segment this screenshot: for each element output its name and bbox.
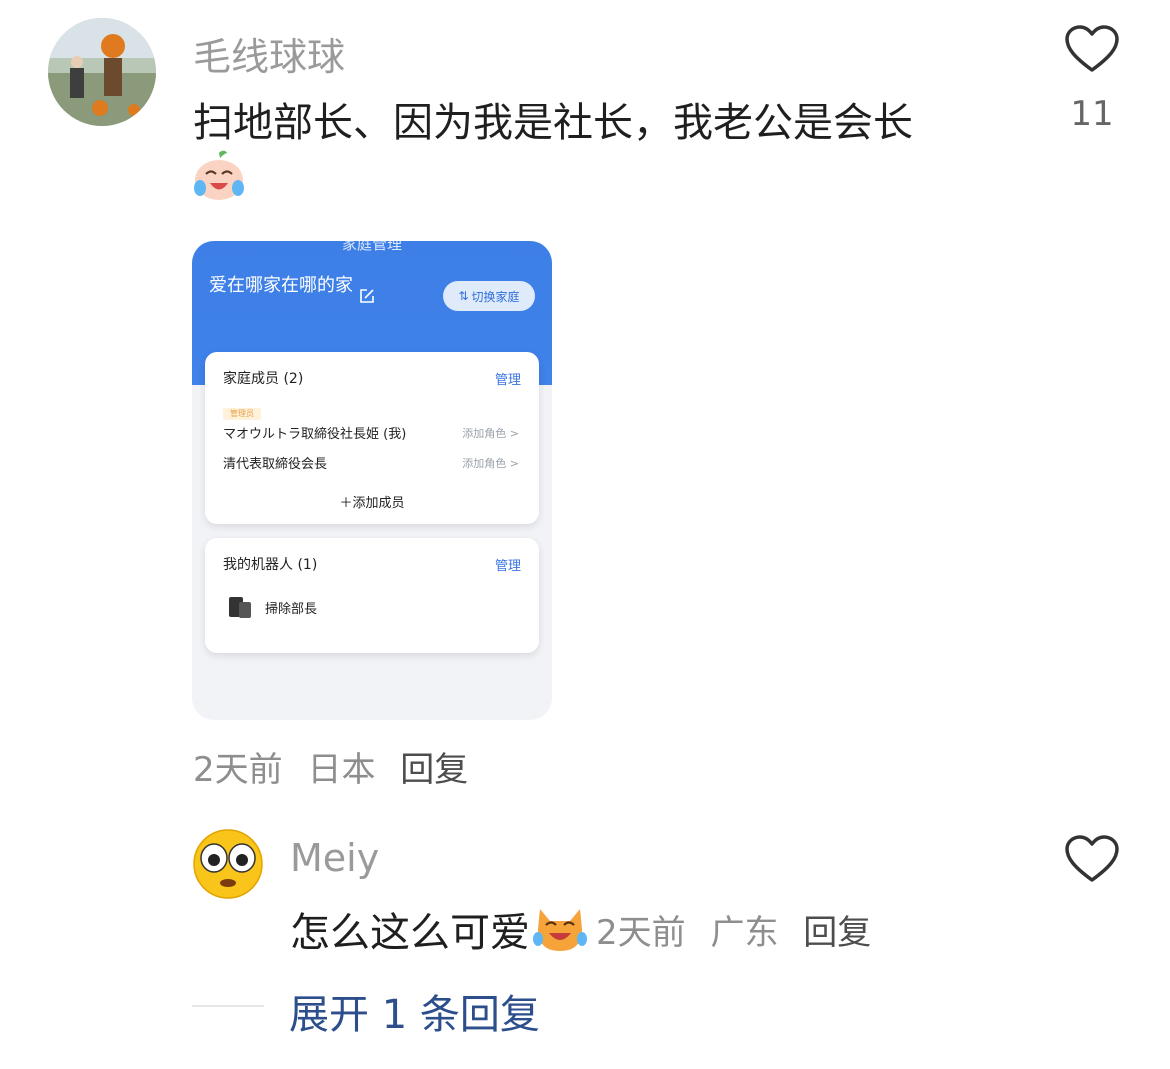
add-member-label: 添加成员 xyxy=(352,496,405,511)
robots-manage-link[interactable]: 管理 xyxy=(495,555,521,574)
comment-time: 2天前 xyxy=(596,912,686,953)
comment-username[interactable]: Meiy xyxy=(290,836,379,880)
crying-laughing-face-icon xyxy=(192,150,246,202)
like-heart-icon[interactable] xyxy=(1064,24,1120,74)
robot-name[interactable]: 掃除部長 xyxy=(265,598,317,617)
expand-replies-link[interactable]: 展开 1 条回复 xyxy=(289,982,540,1040)
reply-button[interactable]: 回复 xyxy=(400,750,468,790)
comment-username[interactable]: 毛线球球 xyxy=(193,26,345,81)
member-name: マオウルトラ取締役社長姫 (我) xyxy=(223,427,407,442)
laughing-cat-icon xyxy=(532,903,588,955)
switch-icon: ⇅ xyxy=(458,289,469,303)
comment-meta: 2天前 广东 回复 xyxy=(596,905,885,954)
like-heart-icon[interactable] xyxy=(1064,834,1120,884)
robot-vacuum-icon xyxy=(227,594,253,620)
app-top-title: 家庭管理 xyxy=(341,241,402,253)
members-card: 家庭成员 (2) 管理 管理员 マオウルトラ取締役社長姫 (我) 添加角色 > … xyxy=(205,352,539,524)
like-count: 11 xyxy=(1070,94,1114,134)
family-name: 爱在哪家在哪的家 xyxy=(209,275,353,296)
divider xyxy=(192,1005,264,1007)
add-role-link[interactable]: 添加角色 > xyxy=(462,455,519,471)
comment-time: 2天前 xyxy=(193,750,283,790)
robots-card: 我的机器人 (1) 管理 掃除部長 xyxy=(205,538,539,653)
reply-button[interactable]: 回复 xyxy=(803,913,871,953)
attached-image[interactable]: 家庭管理 爱在哪家在哪的家 ⇅ 切换家庭 家庭成员 (2) 管理 管理员 マオウ… xyxy=(192,241,552,720)
comment-text: 怎么这么可爱 xyxy=(290,910,530,956)
edit-icon xyxy=(359,288,375,304)
members-manage-link[interactable]: 管理 xyxy=(495,369,521,388)
plus-icon: ＋ xyxy=(339,496,353,511)
switch-family-button[interactable]: ⇅ 切换家庭 xyxy=(443,281,535,311)
members-card-title: 家庭成员 (2) xyxy=(223,371,304,387)
robots-card-title: 我的机器人 (1) xyxy=(223,557,318,573)
avatar[interactable] xyxy=(48,18,156,126)
add-member-button[interactable]: ＋添加成员 xyxy=(205,492,539,511)
switch-family-label: 切换家庭 xyxy=(471,289,520,304)
comment-row: 怎么这么可爱 2天前 广东 回复 xyxy=(290,900,885,958)
add-role-link[interactable]: 添加角色 > xyxy=(462,425,519,441)
comment-location: 广东 xyxy=(710,912,779,953)
comment-text: 扫地部长、因为我是社长，我老公是会长 xyxy=(193,100,913,146)
admin-badge: 管理员 xyxy=(223,408,261,420)
comment-location: 日本 xyxy=(307,750,376,790)
member-name: 清代表取締役会長 xyxy=(223,457,328,472)
comment-meta: 2天前 日本 回复 xyxy=(193,742,482,791)
avatar[interactable] xyxy=(192,828,264,900)
